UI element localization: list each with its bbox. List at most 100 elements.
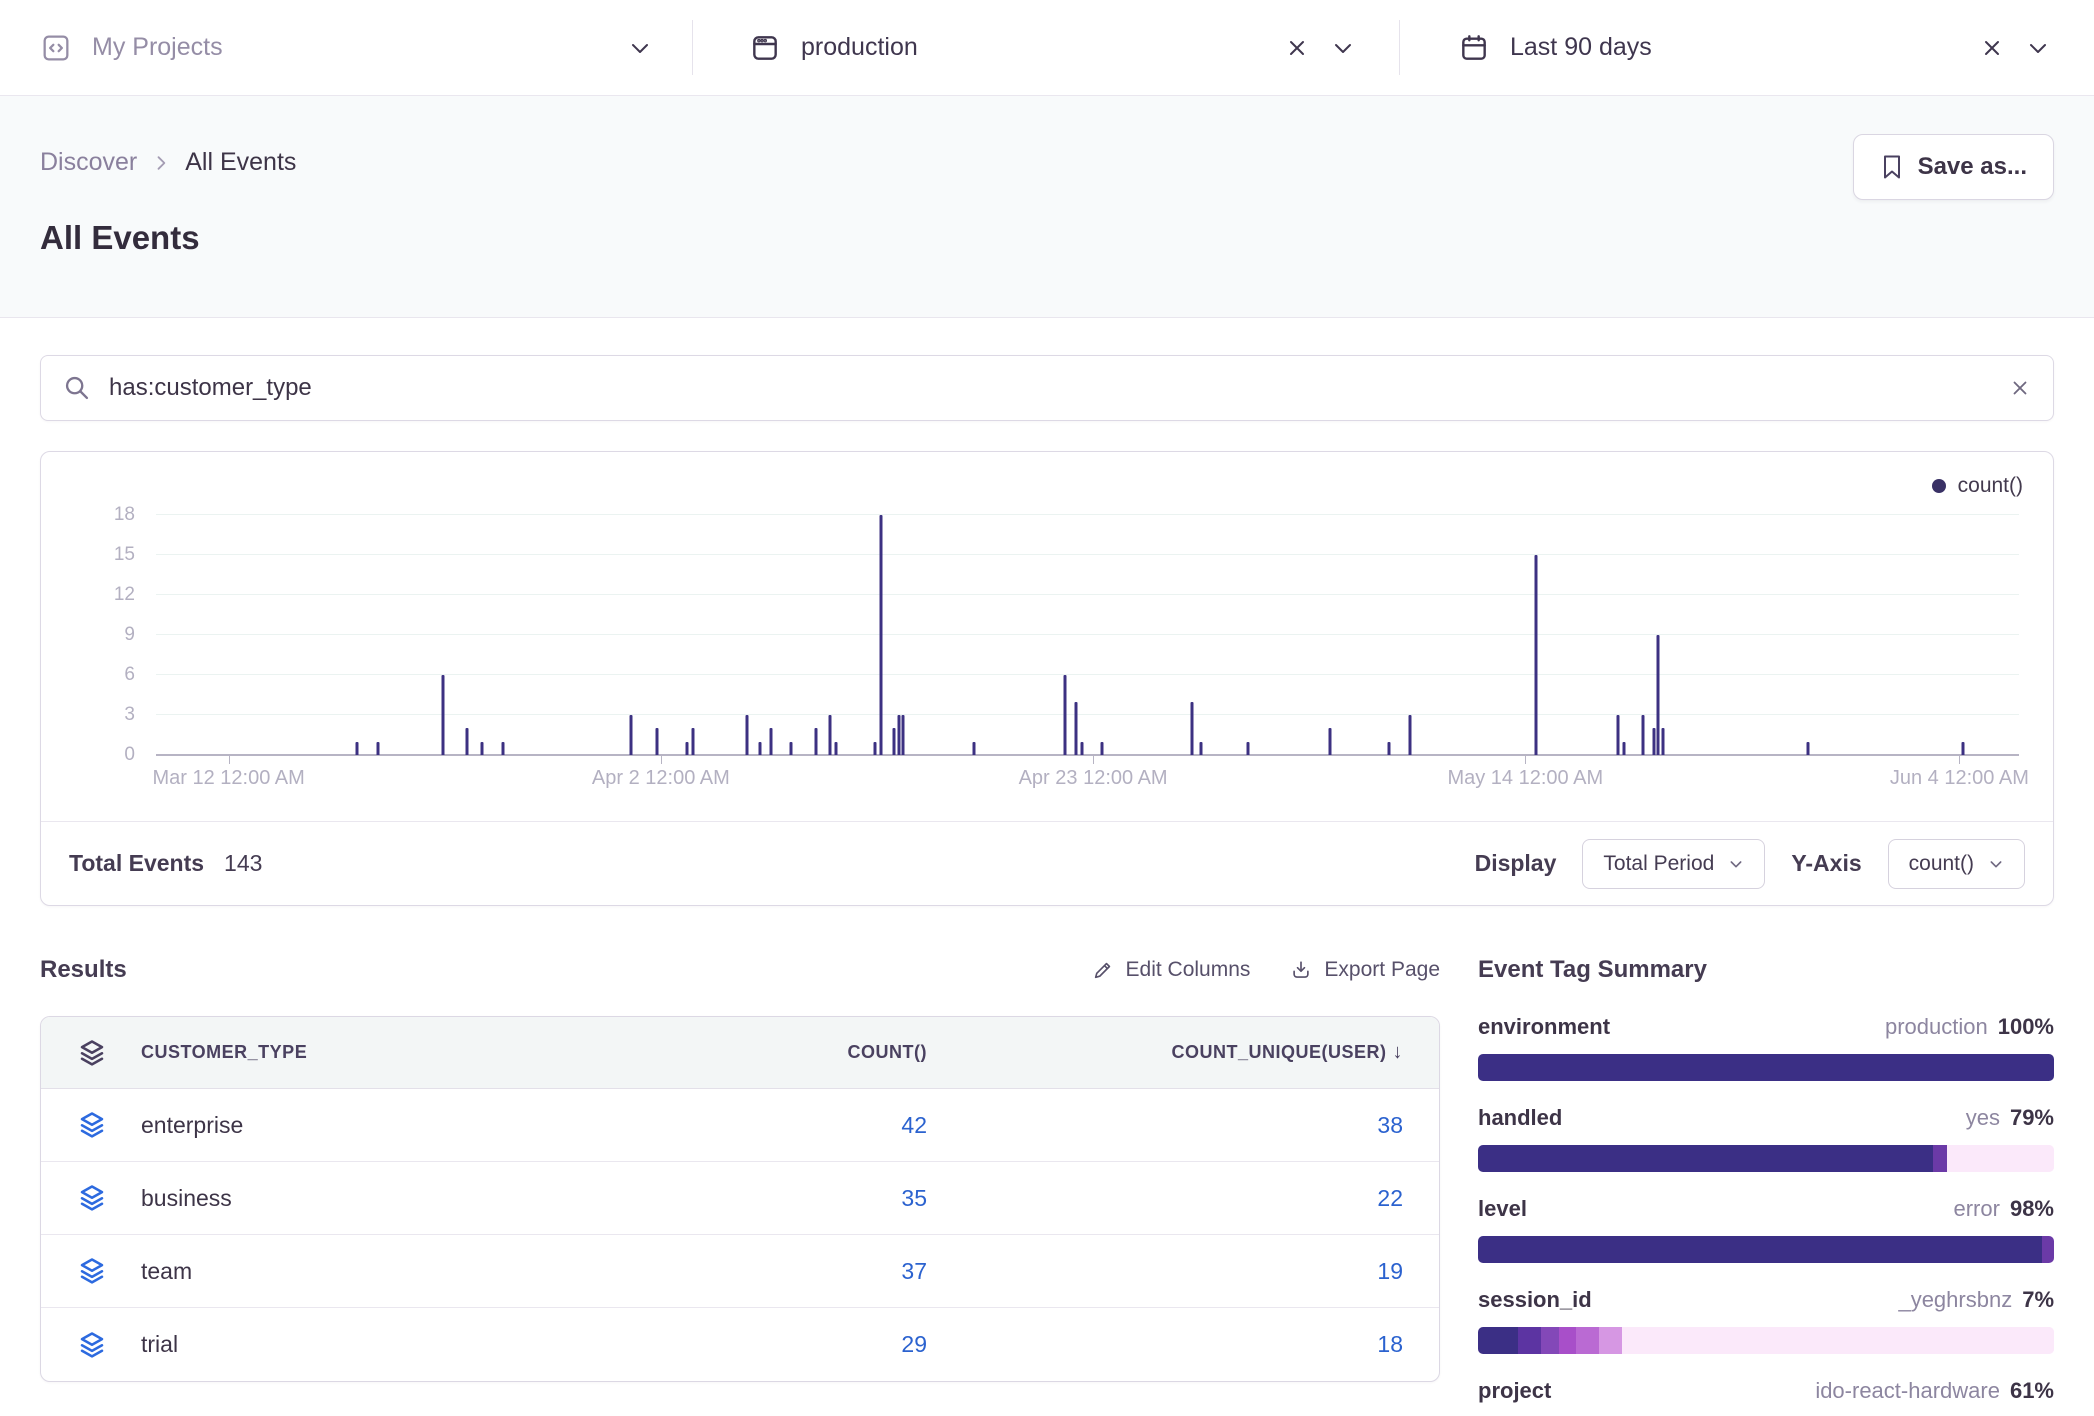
chart-bar[interactable] [1662,728,1665,755]
chart-bar[interactable] [892,728,895,755]
chart-bar[interactable] [1064,675,1067,755]
gridline [156,514,2019,515]
chart-bar[interactable] [1328,728,1331,755]
chart-bar[interactable] [376,742,379,755]
tag-bar-segment[interactable] [1478,1236,2042,1263]
tag-distribution-bar[interactable] [1478,1054,2054,1081]
stack-icon[interactable] [77,1183,107,1213]
chart-bar[interactable] [1617,715,1620,755]
column-header-customer-type[interactable]: CUSTOMER_TYPE [141,1042,467,1063]
chart-bar[interactable] [745,715,748,755]
chart-bar[interactable] [1388,742,1391,755]
chart-bar[interactable] [814,728,817,755]
chart-bar[interactable] [769,728,772,755]
tag-bar-segment[interactable] [1518,1327,1541,1354]
tag-bar-segment[interactable] [1933,1145,1947,1172]
chart-bar[interactable] [691,728,694,755]
stack-icon[interactable] [77,1330,107,1360]
y-axis-dropdown[interactable]: count() [1888,839,2025,889]
table-row[interactable]: business3522 [41,1162,1439,1235]
clear-environment-icon[interactable] [1285,36,1309,60]
tag-bar-segment[interactable] [2042,1236,2054,1263]
chart-bar[interactable] [1246,742,1249,755]
tag-distribution-bar[interactable] [1478,1327,2054,1354]
chart-bar[interactable] [466,728,469,755]
environment-selector[interactable]: production [693,0,1399,95]
chevron-down-icon[interactable] [628,36,652,60]
stack-icon[interactable] [77,1110,107,1140]
chart-bar[interactable] [656,728,659,755]
chart-bar[interactable] [1656,635,1659,755]
x-tick-mark [1959,755,1960,764]
cell-count-unique-user[interactable]: 19 [927,1258,1403,1285]
table-row[interactable]: team3719 [41,1235,1439,1308]
table-row[interactable]: trial2918 [41,1308,1439,1381]
chart-bar[interactable] [898,715,901,755]
cell-count-unique-user[interactable]: 22 [927,1185,1403,1212]
tag-bar-segment[interactable] [1947,1145,2054,1172]
chart-bar[interactable] [1101,742,1104,755]
chart-bar[interactable] [1962,742,1965,755]
chart-bar[interactable] [1641,715,1644,755]
chart-bar[interactable] [879,515,882,755]
display-dropdown[interactable]: Total Period [1582,839,1765,889]
cell-count[interactable]: 29 [467,1331,927,1358]
tag-bar-segment[interactable] [1559,1327,1576,1354]
chart-bar[interactable] [1190,702,1193,755]
chart-bar[interactable] [829,715,832,755]
column-header-count[interactable]: COUNT() [467,1042,927,1063]
chart-bar[interactable] [758,742,761,755]
chart-bar[interactable] [501,742,504,755]
clear-search-icon[interactable] [2009,377,2031,399]
chart-bar[interactable] [1535,555,1538,755]
clear-date-range-icon[interactable] [1980,36,2004,60]
chart-bar[interactable] [481,742,484,755]
chart-bar[interactable] [1080,742,1083,755]
chart-bar[interactable] [1200,742,1203,755]
edit-columns-button[interactable]: Edit Columns [1092,958,1251,982]
stack-icon[interactable] [77,1038,107,1068]
export-page-button[interactable]: Export Page [1290,958,1440,982]
search-input[interactable]: has:customer_type [109,374,2009,402]
chart-bar[interactable] [1623,742,1626,755]
chevron-down-icon[interactable] [1331,36,1355,60]
save-as-button[interactable]: Save as... [1853,134,2054,200]
tag-distribution-bar[interactable] [1478,1236,2054,1263]
breadcrumb-discover-link[interactable]: Discover [40,148,137,177]
date-range-selector[interactable]: Last 90 days [1400,0,2094,95]
chart-bar[interactable] [790,742,793,755]
cell-count-unique-user[interactable]: 38 [927,1112,1403,1139]
chart-bar[interactable] [356,742,359,755]
stack-icon[interactable] [77,1256,107,1286]
chevron-down-icon[interactable] [2026,36,2050,60]
cell-count[interactable]: 35 [467,1185,927,1212]
edit-columns-label: Edit Columns [1126,958,1251,982]
chart-bar[interactable] [1075,702,1078,755]
chart-bar[interactable] [685,742,688,755]
cell-count-unique-user[interactable]: 18 [927,1331,1403,1358]
chart-bar[interactable] [902,715,905,755]
chart-bar[interactable] [630,715,633,755]
chart-bar[interactable] [834,742,837,755]
chart-bar[interactable] [874,742,877,755]
cell-count[interactable]: 42 [467,1112,927,1139]
tag-bar-segment[interactable] [1478,1145,1933,1172]
tag-bar-segment[interactable] [1478,1054,2054,1081]
tag-bar-segment[interactable] [1622,1327,2054,1354]
cell-count[interactable]: 37 [467,1258,927,1285]
chart-bar[interactable] [1652,728,1655,755]
tag-bar-segment[interactable] [1541,1327,1558,1354]
chart-bar[interactable] [441,675,444,755]
tag-bar-segment[interactable] [1599,1327,1622,1354]
chart-bar[interactable] [1807,742,1810,755]
column-header-count-unique-user[interactable]: COUNT_UNIQUE(USER)↓ [927,1041,1403,1064]
table-row[interactable]: enterprise4238 [41,1089,1439,1162]
tag-distribution-bar[interactable] [1478,1145,2054,1172]
chart-bar[interactable] [972,742,975,755]
chart-plot[interactable] [156,515,2019,755]
tag-bar-segment[interactable] [1478,1327,1518,1354]
tag-bar-segment[interactable] [1576,1327,1599,1354]
project-selector[interactable]: My Projects [0,0,692,95]
search-bar[interactable]: has:customer_type [40,355,2054,421]
chart-bar[interactable] [1408,715,1411,755]
